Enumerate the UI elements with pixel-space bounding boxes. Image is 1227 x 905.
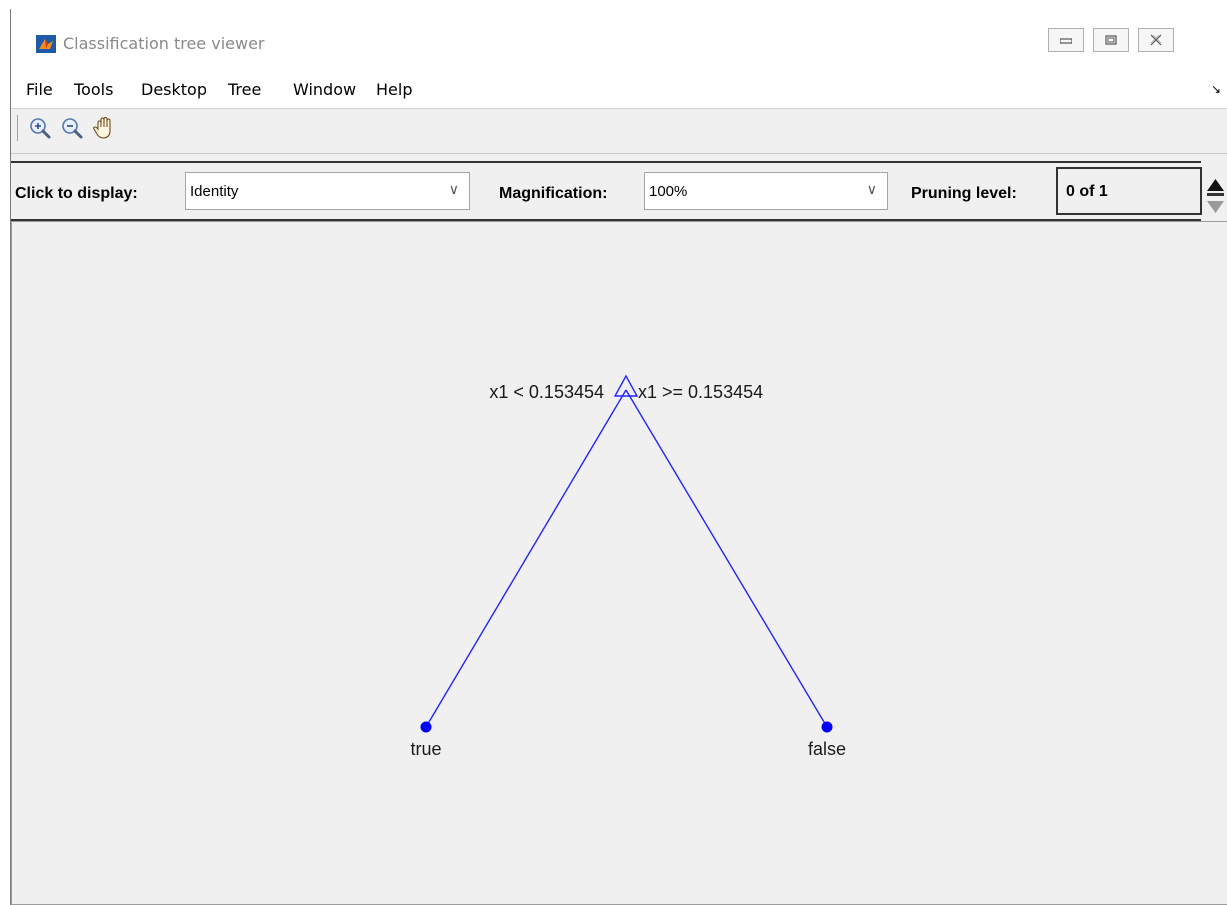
magnification-value: 100% — [649, 183, 688, 200]
root-left-rule: x1 < 0.153454 — [489, 382, 604, 402]
chevron-down-icon: ∨ — [866, 181, 877, 197]
tree-plot: x1 < 0.153454 x1 >= 0.153454 true false — [410, 374, 846, 759]
pruning-level-value: 0 of 1 — [1066, 183, 1108, 200]
root-node[interactable] — [613, 374, 639, 397]
click-to-display-value: Identity — [190, 183, 239, 200]
matlab-icon — [36, 35, 56, 53]
window-title: Classification tree viewer — [63, 34, 265, 53]
menu-bar: File Tools Desktop Tree Window Help ↘ — [11, 72, 1227, 109]
zoom-out-icon[interactable] — [59, 115, 85, 141]
branch-right — [625, 389, 828, 728]
maximize-button[interactable] — [1093, 28, 1129, 52]
magnification-label: Magnification: — [499, 185, 608, 202]
menu-tree[interactable]: Tree — [228, 80, 261, 99]
close-button[interactable] — [1138, 28, 1174, 52]
magnification-dropdown[interactable]: 100% ∨ — [644, 172, 888, 210]
branch-left — [425, 389, 627, 728]
click-to-display-dropdown[interactable]: Identity ∨ — [185, 172, 470, 210]
leaf-label-false: false — [808, 739, 846, 759]
tree-viewer-window: Classification tree viewer File Tools De… — [10, 9, 1227, 905]
leaf-node-true[interactable] — [420, 721, 432, 733]
pruning-level-label: Pruning level: — [911, 185, 1017, 202]
chevron-down-icon: ∨ — [448, 181, 459, 197]
menu-window[interactable]: Window — [293, 80, 356, 99]
toolbar — [11, 109, 1227, 154]
maximize-icon — [1094, 29, 1128, 51]
dock-arrow-icon[interactable]: ↘ — [1211, 82, 1221, 96]
menu-tools[interactable]: Tools — [74, 80, 113, 99]
toolbar-separator — [17, 115, 18, 141]
minimize-button[interactable] — [1048, 28, 1084, 52]
pruning-spinner[interactable] — [1203, 161, 1227, 221]
title-bar: Classification tree viewer — [11, 9, 1227, 72]
tree-canvas[interactable]: x1 < 0.153454 x1 >= 0.153454 true false — [11, 221, 1227, 905]
leaf-node-false[interactable] — [821, 721, 833, 733]
close-icon — [1139, 29, 1173, 51]
zoom-in-icon[interactable] — [27, 115, 53, 141]
menu-file[interactable]: File — [26, 80, 53, 99]
leaf-label-true: true — [410, 739, 441, 759]
root-right-rule: x1 >= 0.153454 — [638, 382, 763, 402]
menu-desktop[interactable]: Desktop — [141, 80, 207, 99]
click-to-display-label: Click to display: — [15, 185, 138, 202]
pruning-level-field: 0 of 1 — [1056, 167, 1202, 215]
minimize-icon — [1049, 29, 1083, 51]
menu-help[interactable]: Help — [376, 80, 412, 99]
controls-panel: Click to display: Identity ∨ Magnificati… — [11, 161, 1202, 221]
pan-hand-icon[interactable] — [91, 115, 117, 141]
